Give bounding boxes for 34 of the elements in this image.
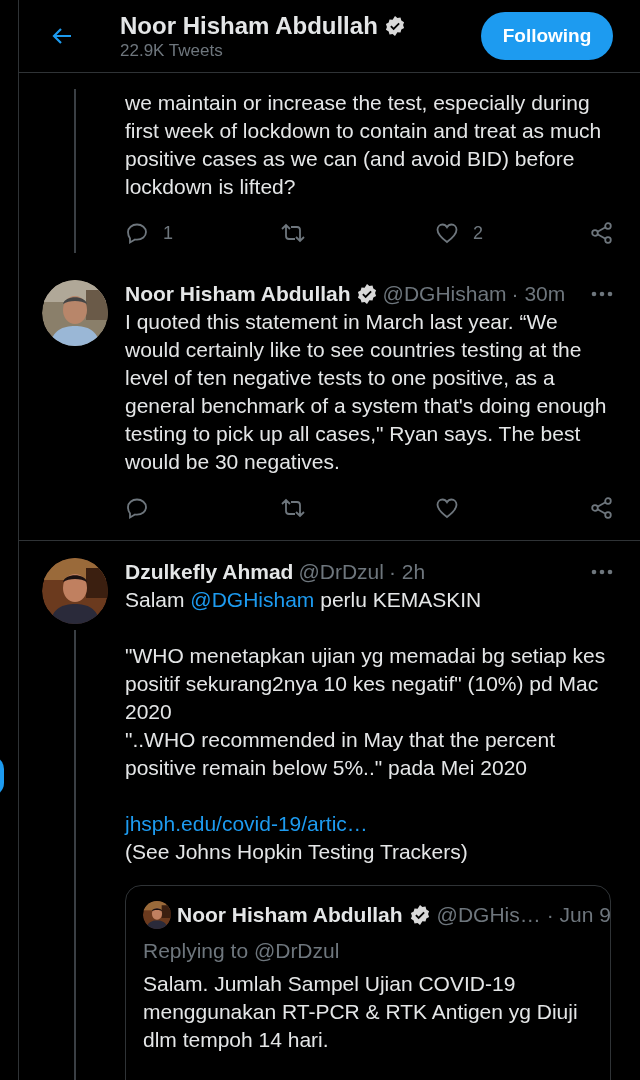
link[interactable]: @DGHisham: [190, 588, 315, 611]
reply-count: 1: [163, 222, 173, 245]
tweet-text: I quoted this statement in March last year. “We would certainly like to see countries testing at the level of ten negative tests to one positive, as a general benchmark of a system that's doing enough testing to pick up all cases," Ryan says. The best would be 30 negatives.: [125, 309, 608, 475]
heart-icon[interactable]: [435, 221, 459, 245]
quoted-tweet[interactable]: Noor Hisham Abdullah @DGHis… · Jun 9 Replying to @DrDzul Salam. Jumlah Sampel Ujian COVID-19 menggunakan RT-PCR & RTK Antigen yg Diuji dlm tempoh 14 hari.: [125, 885, 611, 1080]
reply-icon[interactable]: [125, 221, 149, 245]
post-time: · Jun 9: [546, 902, 611, 928]
author-handle: @DGHisham: [382, 281, 507, 307]
more-icon[interactable]: [591, 291, 613, 297]
retweet-icon[interactable]: [280, 221, 306, 245]
author-name: Noor Hisham Abdullah: [177, 902, 403, 928]
share-icon[interactable]: [590, 496, 614, 520]
reply-icon[interactable]: [125, 496, 149, 520]
profile-name: Noor Hisham Abdullah: [120, 11, 378, 41]
post-time: · 30m: [511, 281, 566, 307]
share-icon[interactable]: [590, 221, 614, 245]
tweet-text: Salam. Jumlah Sampel Ujian COVID-19 menggunakan RT-PCR & RTK Antigen yg Diuji dlm tempoh 14 hari.: [143, 971, 579, 1053]
more-icon[interactable]: [591, 569, 613, 575]
author-name[interactable]: Dzulkefly Ahmad: [125, 558, 294, 586]
retweet-icon[interactable]: [280, 496, 306, 520]
tweet-count: 22.9K Tweets: [120, 41, 224, 61]
tweet-text: we maintain or increase the test, especially during first week of lockdown to contain and treat as much positive cases as we can (and avoid BID) before lockdown is lifted?: [125, 90, 603, 200]
tweet-text: Salam @DGHisham perlu KEMASKIN: [125, 587, 483, 613]
tweet-text: "..WHO recommended in May that the percent positive remain below 5%.." pada Mei 2020: [125, 727, 556, 781]
author-name[interactable]: Noor Hisham Abdullah: [125, 280, 351, 308]
heart-icon[interactable]: [435, 496, 459, 520]
replying-to-text: Replying to @DrDzul: [143, 938, 341, 964]
like-count: 2: [473, 222, 483, 245]
post-time: · 2h: [388, 559, 426, 585]
author-handle: @DrDzul: [298, 559, 384, 585]
tweet-text: "WHO menetapkan ujian yg memadai bg setiap kes positif sekurang2nya 10 kes negatif" (10%) pd Mac 2020: [125, 643, 607, 725]
tweet-text: (See Johns Hopkin Testing Trackers): [125, 839, 469, 865]
author-handle: @DGHis…: [436, 902, 541, 928]
link[interactable]: jhsph.edu/covid-19/artic…: [125, 812, 368, 835]
